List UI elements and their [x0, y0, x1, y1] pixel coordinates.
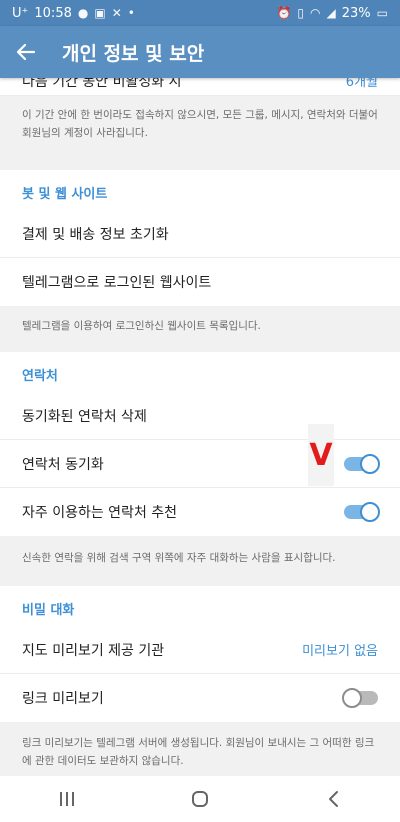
back-button[interactable] — [0, 26, 52, 78]
status-time: 10:58 — [34, 5, 72, 21]
account-ttl-row[interactable]: 다음 기간 동안 비활성화 시 6개월 — [0, 78, 400, 96]
frequent-contacts-info: 신속한 연락을 위해 검색 구역 위쪽에 자주 대화하는 사람을 표시합니다. — [0, 536, 400, 586]
deletion-info: 이 기간 안에 한 번이라도 접속하지 않으시면, 모든 그룹, 메시지, 연락… — [0, 96, 400, 170]
link-preview-label: 링크 미리보기 — [22, 691, 104, 707]
signal-icon: ◢ — [326, 6, 336, 20]
back-icon — [329, 791, 339, 807]
app-bar: 개인 정보 및 보안 — [0, 26, 400, 78]
map-preview-provider-row[interactable]: 지도 미리보기 제공 기관 미리보기 없음 — [0, 626, 400, 674]
reset-payment-info-label: 결제 및 배송 정보 초기화 — [22, 226, 169, 243]
battery-percent: 23% — [341, 5, 371, 21]
account-ttl-value: 6개월 — [345, 78, 378, 90]
toggle-knob — [342, 688, 362, 708]
image-icon: ▣ — [94, 6, 106, 20]
chat-icon: ● — [77, 6, 89, 20]
arrow-left-icon — [16, 43, 36, 61]
toggle-knob — [360, 453, 380, 474]
carrier-label: U⁺ — [12, 5, 29, 21]
recent-apps-icon — [59, 792, 74, 806]
map-preview-provider-value: 미리보기 없음 — [302, 644, 378, 659]
status-bar: U⁺ 10:58 ● ▣ ✕ • ⏰ ▯ ◠ ◢ 23% ▭ — [0, 0, 400, 26]
battery-icon: ▭ — [376, 6, 388, 20]
sync-contacts-label: 연락처 동기화 — [22, 456, 104, 473]
websites-info: 텔레그램을 이용하여 로그인하신 웹사이트 목록입니다. — [0, 306, 400, 352]
status-left: U⁺ 10:58 ● ▣ ✕ • — [12, 6, 135, 21]
account-ttl-label: 다음 기간 동안 비활성화 시 — [22, 78, 182, 90]
section-header-secret-chats: 비밀 대화 — [0, 586, 400, 626]
sync-contacts-toggle[interactable] — [344, 453, 380, 474]
home-button[interactable] — [170, 776, 230, 822]
section-header-bots: 봇 및 웹 사이트 — [0, 170, 400, 210]
page-title: 개인 정보 및 보안 — [62, 42, 205, 65]
link-preview-row[interactable]: 링크 미리보기 — [0, 674, 400, 722]
section-header-contacts: 연락처 — [0, 352, 400, 392]
suggest-frequent-contacts-label: 자주 이용하는 연락처 추천 — [22, 505, 178, 521]
home-icon — [191, 791, 208, 807]
suggest-frequent-contacts-row[interactable]: 자주 이용하는 연락처 추천 — [0, 488, 400, 536]
logged-in-websites-row[interactable]: 텔레그램으로 로그인된 웹사이트 — [0, 258, 400, 306]
delete-synced-contacts-label: 동기화된 연락처 삭제 — [22, 408, 147, 425]
vibrate-icon: ▯ — [297, 6, 305, 20]
dot-icon: • — [127, 6, 135, 20]
wifi-icon: ◠ — [310, 6, 321, 20]
alarm-icon: ⏰ — [276, 6, 292, 20]
delete-synced-contacts-row[interactable]: 동기화된 연락처 삭제 — [0, 392, 400, 440]
sync-contacts-row[interactable]: 연락처 동기화 — [0, 440, 400, 488]
annotation-checkmark: V — [308, 424, 334, 486]
reset-payment-info-row[interactable]: 결제 및 배송 정보 초기화 — [0, 210, 400, 258]
map-preview-provider-label: 지도 미리보기 제공 기관 — [22, 642, 165, 659]
toggle-knob — [360, 502, 380, 522]
recent-apps-button[interactable] — [37, 776, 97, 822]
link-preview-info: 링크 미리보기는 텔레그램 서버에 생성됩니다. 회원님이 보내시는 그 어떠한… — [0, 722, 400, 776]
nav-back-button[interactable] — [303, 776, 363, 822]
logged-in-websites-label: 텔레그램으로 로그인된 웹사이트 — [22, 275, 212, 291]
system-nav-bar — [0, 776, 400, 822]
settings-list[interactable]: 다음 기간 동안 비활성화 시 6개월 이 기간 안에 한 번이라도 접속하지 … — [0, 78, 400, 776]
suggest-frequent-contacts-toggle[interactable] — [344, 502, 380, 522]
mute-icon: ✕ — [111, 6, 122, 20]
link-preview-toggle[interactable] — [342, 688, 378, 708]
status-right: ⏰ ▯ ◠ ◢ 23% ▭ — [276, 6, 388, 21]
